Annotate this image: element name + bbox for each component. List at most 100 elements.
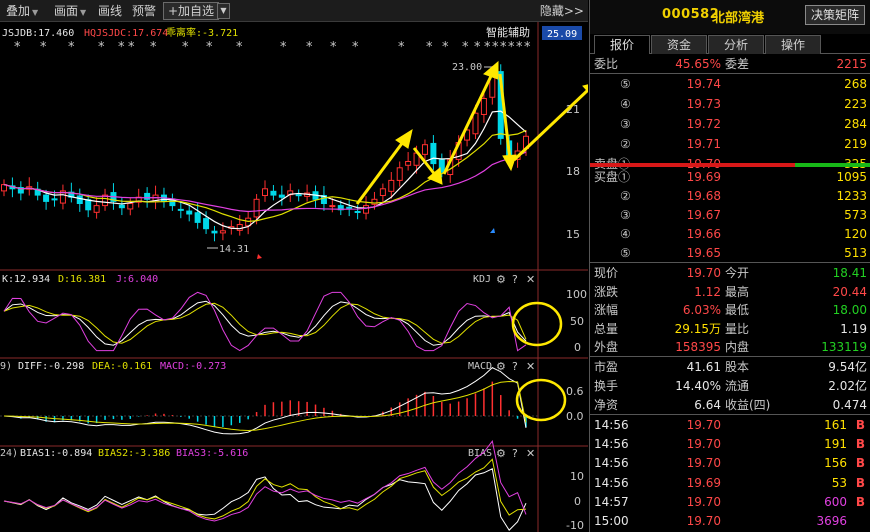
price-tick-18: 18 (566, 165, 580, 178)
finance-value: 0.474 (832, 398, 867, 412)
sell-level-label: ⑤ (620, 77, 631, 91)
hide-panel-button[interactable]: 隐藏>> (540, 2, 584, 20)
quote-row: 现价 19.70 今开 18.41 (590, 263, 870, 283)
decision-matrix-button[interactable]: 决策矩阵 (804, 5, 865, 25)
quote-value: 19.70 (686, 266, 721, 280)
price-tag: 25.09 (547, 29, 577, 40)
candle-body (379, 188, 386, 197)
finance-value: 2.02亿 (828, 379, 867, 393)
chevron-down-icon: ▼ (80, 8, 87, 17)
close-icon[interactable]: ✕ (526, 273, 535, 286)
draw-line-label: 画线 (98, 4, 123, 18)
tick-time: 14:57 (594, 494, 629, 509)
tick-price: 19.70 (686, 418, 721, 432)
candle-body (118, 204, 125, 209)
buy-volume: 1095 (836, 170, 867, 184)
canvas-menu[interactable]: 画面 ▼ (54, 2, 86, 20)
tick-row: 14:56 19.70 191 B (590, 434, 870, 454)
finance-value: 14.40% (675, 379, 721, 393)
bias2-value: BIAS2:-3.386 (98, 448, 170, 459)
signal-star-icon: * (398, 40, 405, 55)
sell-volume: 223 (844, 97, 867, 111)
sell-level-row[interactable]: ⑤ 19.74 268 (590, 74, 870, 94)
sell-level-row[interactable]: ② 19.71 219 (590, 134, 870, 154)
buy-level-row[interactable]: ② 19.68 1233 (590, 186, 870, 206)
draw-line-button[interactable]: 画线 (98, 2, 122, 20)
gear-icon[interactable]: ⚙ (496, 273, 506, 286)
buy-level-label: 买盘① (594, 170, 631, 184)
quote-row: 涨跌 1.12 最高 20.44 (590, 282, 870, 302)
quote-value: 6.03% (682, 303, 721, 317)
candle-body (85, 199, 92, 211)
finance-row: 换手 14.40% 流通 2.02亿 (590, 376, 870, 396)
candle-body (405, 161, 412, 166)
candle-body (93, 205, 100, 213)
indicator-jsjdb: JSJDB:17.460 (2, 28, 74, 39)
gear-icon[interactable]: ⚙ (496, 447, 506, 460)
tick-side: B (855, 456, 865, 471)
chart-toolbar: 叠加 ▼ 画面 ▼ 画线 预警 +加自选 ▼ 隐藏>> (0, 0, 588, 22)
buy-price: 19.69 (686, 170, 721, 184)
buy-price: 19.66 (686, 227, 721, 241)
arrow-head (502, 154, 517, 172)
tab-quote[interactable]: 报价 (594, 35, 650, 54)
add-favorite-button[interactable]: +加自选 (163, 2, 220, 20)
quote-value: 158395 (675, 340, 721, 354)
quote-value: 29.15万 (674, 321, 721, 336)
quote-label: 涨跌 (594, 284, 619, 299)
close-icon[interactable]: ✕ (526, 447, 535, 460)
finance-value: 6.64 (694, 398, 721, 412)
candle-body (144, 192, 151, 200)
hide-label: 隐藏>> (539, 4, 584, 18)
help-icon[interactable]: ? (512, 360, 518, 373)
signal-star-icon: * (236, 40, 243, 55)
candle-body (346, 206, 353, 209)
macd-line (3, 367, 527, 435)
order-diff-label: 委差 (725, 57, 750, 71)
buy-level-row[interactable]: ③ 19.67 573 (590, 205, 870, 225)
quote-label: 涨幅 (594, 303, 619, 317)
kdj-tick-100: 100 (566, 288, 587, 301)
candlesticks (1, 64, 529, 242)
chart-canvas[interactable]: JSJDB:17.460 HQJSJDC:17.674 乖离率:-3.721 智… (0, 22, 588, 532)
buy-volume: 573 (844, 208, 867, 222)
kdj-lines (3, 291, 527, 352)
favorite-dropdown-icon[interactable]: ▼ (217, 3, 230, 19)
buy-level-row[interactable]: ④ 19.66 120 (590, 224, 870, 244)
macd-tick-0.0: 0.0 (566, 410, 584, 423)
help-icon[interactable]: ? (512, 273, 518, 286)
buy-level-row[interactable]: ⑤ 19.65 513 (590, 243, 870, 263)
candle-body (253, 198, 260, 218)
arrow-line (442, 73, 494, 175)
high-price-label: 23.00 (452, 62, 482, 73)
gear-icon[interactable]: ⚙ (496, 360, 506, 373)
signal-star-icon: * (516, 40, 523, 55)
blue-marker-icon (490, 228, 495, 233)
alert-button[interactable]: 预警 (132, 2, 156, 20)
tab-funds[interactable]: 资金 (651, 35, 707, 54)
tick-time: 14:56 (594, 475, 629, 490)
bias3-value: BIAS3:-5.616 (176, 448, 248, 459)
buy-level-row[interactable]: 买盘① 19.69 1095 (590, 167, 870, 187)
sell-level-row[interactable]: ③ 19.72 284 (590, 114, 870, 134)
signal-star-icon: * (98, 40, 105, 55)
bias-line (3, 458, 527, 520)
alert-label: 预警 (132, 4, 157, 18)
stock-code: 000582 (662, 7, 720, 22)
tab-analysis[interactable]: 分析 (708, 35, 764, 54)
signal-star-icon: * (280, 40, 287, 55)
sell-price: 19.72 (686, 117, 721, 131)
quote-label: 最低 (725, 303, 750, 317)
help-icon[interactable]: ? (512, 447, 518, 460)
bias-params: 24) (0, 448, 18, 459)
quote-row: 外盘 158395 内盘 133119 (590, 337, 870, 357)
overlay-menu[interactable]: 叠加 ▼ (6, 2, 38, 20)
close-icon[interactable]: ✕ (526, 360, 535, 373)
smart-assist-label[interactable]: 智能辅助 (486, 25, 530, 39)
tab-operate[interactable]: 操作 (765, 35, 821, 54)
sell-level-row[interactable]: ④ 19.73 223 (590, 94, 870, 114)
tick-volume: 3696 (816, 514, 847, 528)
macd-name: MACD (468, 361, 492, 372)
finance-label: 收益(四) (725, 398, 771, 412)
signal-star-icon: * (128, 40, 135, 55)
